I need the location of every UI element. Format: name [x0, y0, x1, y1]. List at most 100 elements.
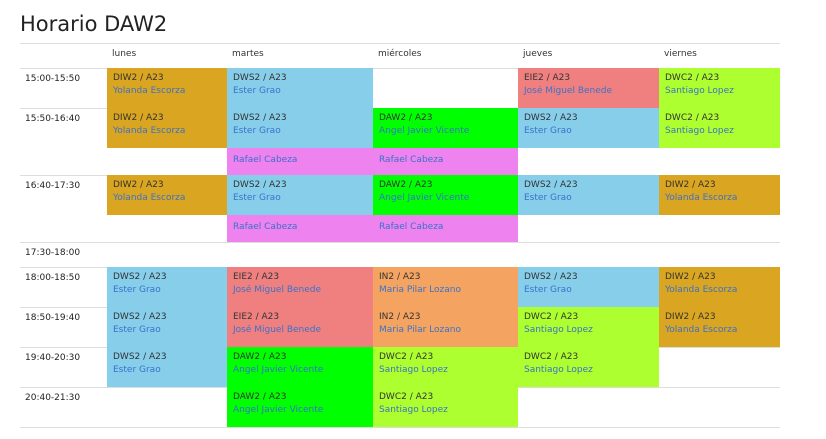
schedule-cell: DWS2 / A23 Ester Grao: [107, 307, 227, 347]
schedule-cell: DAW2 / A23 Angel Javier Vicente: [373, 175, 518, 215]
teacher-name: Maria Pilar Lozano: [379, 285, 461, 295]
subject-label: EIE2 / A23: [233, 272, 280, 282]
teacher-name: Yolanda Escorza: [665, 325, 738, 335]
schedule-cell: DIW2 / A23 Yolanda Escorza: [107, 108, 227, 148]
time-slot-label: 18:00-18:50: [25, 273, 81, 283]
teacher-name: Angel Javier Vicente: [233, 405, 324, 415]
schedule-cell: DAW2 / A23 Angel Javier Vicente: [227, 387, 373, 427]
teacher-name: Yolanda Escorza: [113, 86, 186, 96]
subject-label: DWC2 / A23: [665, 113, 720, 123]
subject-label: DIW2 / A23: [665, 180, 716, 190]
schedule-cell: DWC2 / A23 Santiago Lopez: [659, 108, 780, 148]
subject-label: DAW2 / A23: [379, 113, 433, 123]
subject-label: DAW2 / A23: [233, 392, 287, 402]
schedule-cell: DIW2 / A23 Yolanda Escorza: [659, 307, 780, 347]
subject-label: DWC2 / A23: [524, 312, 579, 322]
teacher-name: Angel Javier Vicente: [233, 365, 324, 375]
subject-label: DWC2 / A23: [524, 352, 579, 362]
teacher-name: Ester Grao: [233, 86, 281, 96]
teacher-name: Santiago Lopez: [379, 365, 448, 375]
day-header-3: jueves: [523, 49, 553, 59]
teacher-name: Yolanda Escorza: [113, 126, 186, 136]
subject-label: DIW2 / A23: [113, 180, 164, 190]
subject-label: DWC2 / A23: [379, 352, 434, 362]
teacher-name: Ester Grao: [113, 365, 161, 375]
subject-label: DWS2 / A23: [524, 180, 578, 190]
time-slot-label: 16:40-17:30: [25, 181, 81, 191]
teacher-name: Ester Grao: [113, 285, 161, 295]
schedule-cell: Rafael Cabeza: [227, 215, 373, 242]
schedule-cell: DWS2 / A23 Ester Grao: [518, 267, 659, 307]
time-slot-label: 15:50-16:40: [25, 114, 81, 124]
subject-label: DWC2 / A23: [665, 73, 720, 83]
time-slot-label: 18:50-19:40: [25, 313, 81, 323]
subject-label: IN2 / A23: [379, 312, 421, 322]
teacher-name: Ester Grao: [233, 126, 281, 136]
schedule-cell: DWC2 / A23 Santiago Lopez: [373, 387, 518, 427]
page-title: Horario DAW2: [20, 12, 168, 36]
teacher-name: Yolanda Escorza: [113, 193, 186, 203]
subject-label: DIW2 / A23: [113, 113, 164, 123]
teacher-name: Ester Grao: [524, 193, 572, 203]
schedule-cell: DWC2 / A23 Santiago Lopez: [373, 347, 518, 387]
subject-label: DWS2 / A23: [113, 272, 167, 282]
teacher-name: Maria Pilar Lozano: [379, 325, 461, 335]
teacher-name: Santiago Lopez: [524, 365, 593, 375]
teacher-name: José Miguel Benede: [233, 285, 322, 295]
subject-label: DWS2 / A23: [113, 312, 167, 322]
teacher-name: Rafael Cabeza: [233, 222, 298, 232]
subject-label: DWS2 / A23: [113, 352, 167, 362]
teacher-name: Ester Grao: [524, 126, 572, 136]
subject-label: DWS2 / A23: [524, 113, 578, 123]
subject-label: DWC2 / A23: [379, 392, 434, 402]
schedule-cell: Rafael Cabeza: [373, 215, 518, 242]
teacher-name: Ester Grao: [113, 325, 161, 335]
time-slot-label: 20:40-21:30: [25, 393, 81, 403]
day-header-2: miércoles: [378, 49, 422, 59]
schedule-cell: DWS2 / A23 Ester Grao: [107, 347, 227, 387]
teacher-name: Santiago Lopez: [665, 86, 734, 96]
subject-label: DAW2 / A23: [379, 180, 433, 190]
schedule-cell: DWS2 / A23 Ester Grao: [518, 175, 659, 215]
teacher-name: José Miguel Benede: [233, 325, 322, 335]
time-slot-label: 17:30-18:00: [25, 248, 81, 258]
schedule-cell: DWS2 / A23 Ester Grao: [518, 108, 659, 148]
teacher-name: Angel Javier Vicente: [379, 126, 470, 136]
teacher-name: Ester Grao: [233, 193, 281, 203]
subject-label: DIW2 / A23: [665, 312, 716, 322]
schedule-cell: EIE2 / A23 José Miguel Benede: [518, 68, 659, 108]
teacher-name: Santiago Lopez: [379, 405, 448, 415]
subject-label: IN2 / A23: [379, 272, 421, 282]
teacher-name: Santiago Lopez: [665, 126, 734, 136]
row-divider: [20, 427, 780, 428]
row-divider: [20, 242, 780, 243]
teacher-name: Yolanda Escorza: [665, 193, 738, 203]
subject-label: EIE2 / A23: [233, 312, 280, 322]
teacher-name: Ester Grao: [524, 285, 572, 295]
schedule-cell: DWC2 / A23 Santiago Lopez: [659, 68, 780, 108]
subject-label: DIW2 / A23: [113, 73, 164, 83]
subject-label: DWS2 / A23: [233, 113, 287, 123]
subject-label: DIW2 / A23: [665, 272, 716, 282]
schedule-cell: DWS2 / A23 Ester Grao: [227, 68, 373, 108]
teacher-name: Yolanda Escorza: [665, 285, 738, 295]
schedule-cell: DIW2 / A23 Yolanda Escorza: [107, 175, 227, 215]
teacher-name: José Miguel Benede: [524, 86, 613, 96]
schedule-cell: DIW2 / A23 Yolanda Escorza: [107, 68, 227, 108]
schedule-cell: DWC2 / A23 Santiago Lopez: [518, 347, 659, 387]
schedule-cell: Rafael Cabeza: [227, 148, 373, 175]
teacher-name: Rafael Cabeza: [379, 222, 444, 232]
subject-label: DAW2 / A23: [233, 352, 287, 362]
schedule-cell: IN2 / A23 Maria Pilar Lozano: [373, 267, 518, 307]
schedule-table: lunes martes miércoles jueves viernes 15:00-1…: [20, 43, 780, 431]
row-divider: [20, 43, 780, 44]
subject-label: DWS2 / A23: [233, 73, 287, 83]
schedule-cell: Rafael Cabeza: [373, 148, 518, 175]
subject-label: DWS2 / A23: [524, 272, 578, 282]
schedule-cell: DIW2 / A23 Yolanda Escorza: [659, 175, 780, 215]
teacher-name: Angel Javier Vicente: [379, 193, 470, 203]
time-slot-label: 19:40-20:30: [25, 353, 81, 363]
schedule-cell: EIE2 / A23 José Miguel Benede: [227, 267, 373, 307]
day-header-0: lunes: [112, 49, 137, 59]
day-header-1: martes: [232, 49, 264, 59]
